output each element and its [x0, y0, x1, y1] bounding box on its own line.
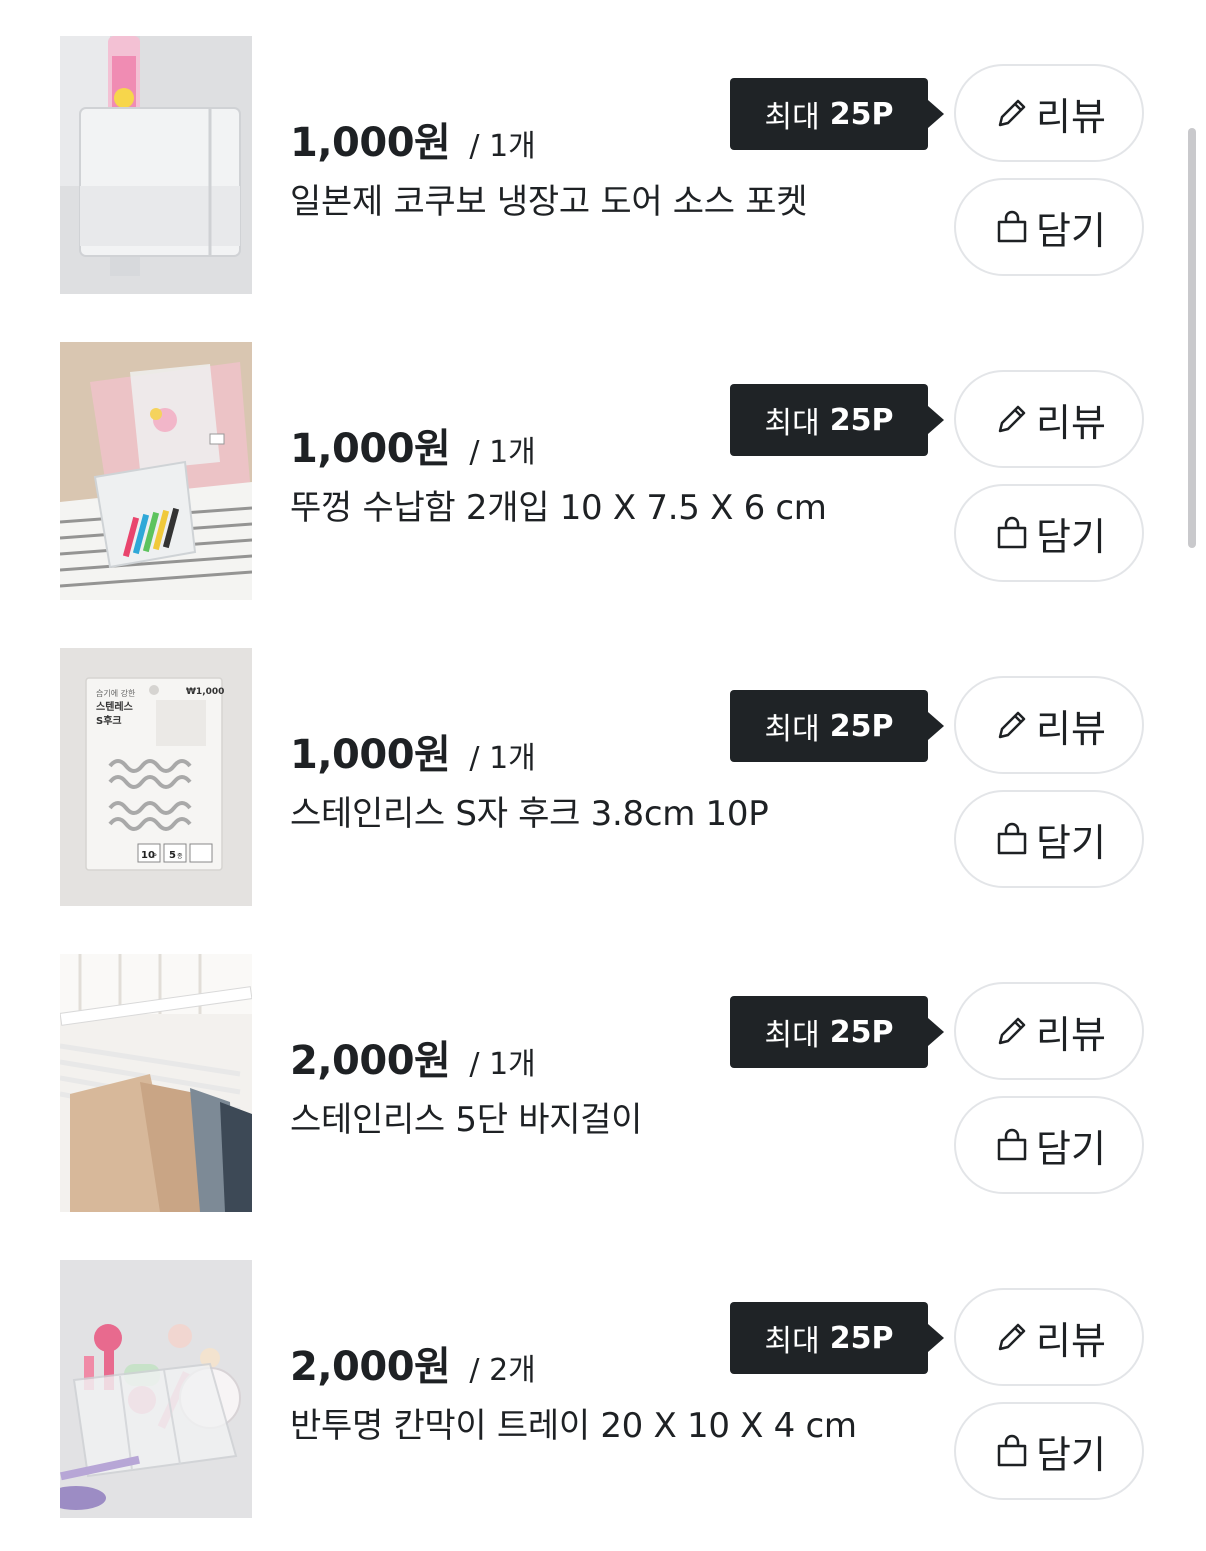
badge-points: 25P — [829, 1014, 894, 1050]
list-item[interactable]: 1,000원 / 1개 일본제 코쿠보 냉장고 도어 소스 포켓 최대 25P … — [0, 36, 1206, 294]
scrollbar[interactable] — [1188, 128, 1196, 548]
price-line: 1,000원 / 1개 — [290, 722, 536, 780]
pencil-icon — [992, 1317, 1032, 1357]
price: 1,000원 — [290, 732, 451, 778]
shopping-bag-icon — [992, 207, 1032, 247]
quantity: / 2개 — [469, 1353, 536, 1388]
pencil-icon — [992, 93, 1032, 133]
list-item[interactable]: 2,000원 / 1개 스테인리스 5단 바지걸이 최대 25P 리뷰 담기 — [0, 954, 1206, 1212]
lidded-storage-box-photo — [60, 342, 252, 600]
product-name[interactable]: 뚜껑 수납함 2개입 10 X 7.5 X 6 cm — [290, 480, 827, 529]
shopping-bag-icon — [992, 1125, 1032, 1165]
review-button[interactable]: 리뷰 — [954, 1288, 1144, 1386]
badge-points: 25P — [829, 1320, 894, 1356]
badge-points: 25P — [829, 708, 894, 744]
price: 2,000원 — [290, 1344, 451, 1390]
points-badge: 최대 25P — [730, 996, 944, 1068]
package-text: S후크 — [96, 714, 122, 727]
package-text: 습기에 강한 — [96, 688, 136, 698]
product-list: 1,000원 / 1개 일본제 코쿠보 냉장고 도어 소스 포켓 최대 25P … — [0, 0, 1206, 1551]
price: 1,000원 — [290, 120, 451, 166]
product-image[interactable] — [60, 36, 252, 294]
shopping-bag-icon — [992, 1431, 1032, 1471]
price: 2,000원 — [290, 1038, 451, 1084]
review-button[interactable]: 리뷰 — [954, 676, 1144, 774]
badge-points: 25P — [829, 96, 894, 132]
product-image[interactable] — [60, 342, 252, 600]
product-name[interactable]: 일본제 코쿠보 냉장고 도어 소스 포켓 — [290, 174, 808, 223]
review-button[interactable]: 리뷰 — [954, 64, 1144, 162]
points-badge: 최대 25P — [730, 1302, 944, 1374]
quantity: / 1개 — [469, 1047, 536, 1082]
package-size: 5 — [169, 850, 176, 861]
cart-label: 담기 — [1036, 514, 1106, 559]
cart-label: 담기 — [1036, 1432, 1106, 1477]
quantity: / 1개 — [469, 129, 536, 164]
add-to-cart-button[interactable]: 담기 — [954, 790, 1144, 888]
price-line: 2,000원 / 1개 — [290, 1028, 536, 1086]
pencil-icon — [992, 705, 1032, 745]
list-item[interactable]: 1,000원 / 1개 뚜껑 수납함 2개입 10 X 7.5 X 6 cm 최… — [0, 342, 1206, 600]
list-item[interactable]: 2,000원 / 2개 반투명 칸막이 트레이 20 X 10 X 4 cm 최… — [0, 1260, 1206, 1518]
review-label: 리뷰 — [1036, 1012, 1106, 1057]
points-badge: 최대 25P — [730, 690, 944, 762]
price: 1,000원 — [290, 426, 451, 472]
points-badge: 최대 25P — [730, 384, 944, 456]
pants-hanger-photo — [60, 954, 252, 1212]
badge-prefix: 최대 — [764, 1324, 820, 1359]
product-image[interactable]: 습기에 강한 스텐레스 S후크 ₩1,000 10 P 5 종 — [60, 648, 252, 906]
product-image[interactable] — [60, 954, 252, 1212]
s-hook-package-photo: 습기에 강한 스텐레스 S후크 ₩1,000 10 P 5 종 — [60, 648, 252, 906]
add-to-cart-button[interactable]: 담기 — [954, 1402, 1144, 1500]
product-name[interactable]: 스테인리스 5단 바지걸이 — [290, 1092, 642, 1141]
add-to-cart-button[interactable]: 담기 — [954, 1096, 1144, 1194]
pencil-icon — [992, 399, 1032, 439]
add-to-cart-button[interactable]: 담기 — [954, 178, 1144, 276]
product-name[interactable]: 반투명 칸막이 트레이 20 X 10 X 4 cm — [290, 1398, 857, 1447]
product-image[interactable] — [60, 1260, 252, 1518]
add-to-cart-button[interactable]: 담기 — [954, 484, 1144, 582]
badge-points: 25P — [829, 402, 894, 438]
pencil-icon — [992, 1011, 1032, 1051]
quantity: / 1개 — [469, 741, 536, 776]
review-button[interactable]: 리뷰 — [954, 370, 1144, 468]
badge-prefix: 최대 — [764, 100, 820, 135]
package-price-tag: ₩1,000 — [186, 687, 224, 697]
divider-tray-photo — [60, 1260, 252, 1518]
price-line: 1,000원 / 1개 — [290, 416, 536, 474]
review-label: 리뷰 — [1036, 94, 1106, 139]
review-label: 리뷰 — [1036, 1318, 1106, 1363]
package-size-unit: 종 — [177, 853, 183, 860]
package-count-unit: P — [153, 853, 157, 860]
cart-label: 담기 — [1036, 820, 1106, 865]
list-item[interactable]: 습기에 강한 스텐레스 S후크 ₩1,000 10 P 5 종 1,000원 /… — [0, 648, 1206, 906]
cart-label: 담기 — [1036, 208, 1106, 253]
product-name[interactable]: 스테인리스 S자 후크 3.8cm 10P — [290, 786, 769, 835]
points-badge: 최대 25P — [730, 78, 944, 150]
price-line: 2,000원 / 2개 — [290, 1334, 536, 1392]
review-label: 리뷰 — [1036, 706, 1106, 751]
cart-label: 담기 — [1036, 1126, 1106, 1171]
badge-prefix: 최대 — [764, 1018, 820, 1053]
fridge-door-pocket-photo — [60, 36, 252, 294]
shopping-bag-icon — [992, 819, 1032, 859]
review-label: 리뷰 — [1036, 400, 1106, 445]
price-line: 1,000원 / 1개 — [290, 110, 536, 168]
package-text: 스텐레스 — [96, 700, 133, 713]
badge-prefix: 최대 — [764, 406, 820, 441]
badge-prefix: 최대 — [764, 712, 820, 747]
quantity: / 1개 — [469, 435, 536, 470]
shopping-bag-icon — [992, 513, 1032, 553]
review-button[interactable]: 리뷰 — [954, 982, 1144, 1080]
